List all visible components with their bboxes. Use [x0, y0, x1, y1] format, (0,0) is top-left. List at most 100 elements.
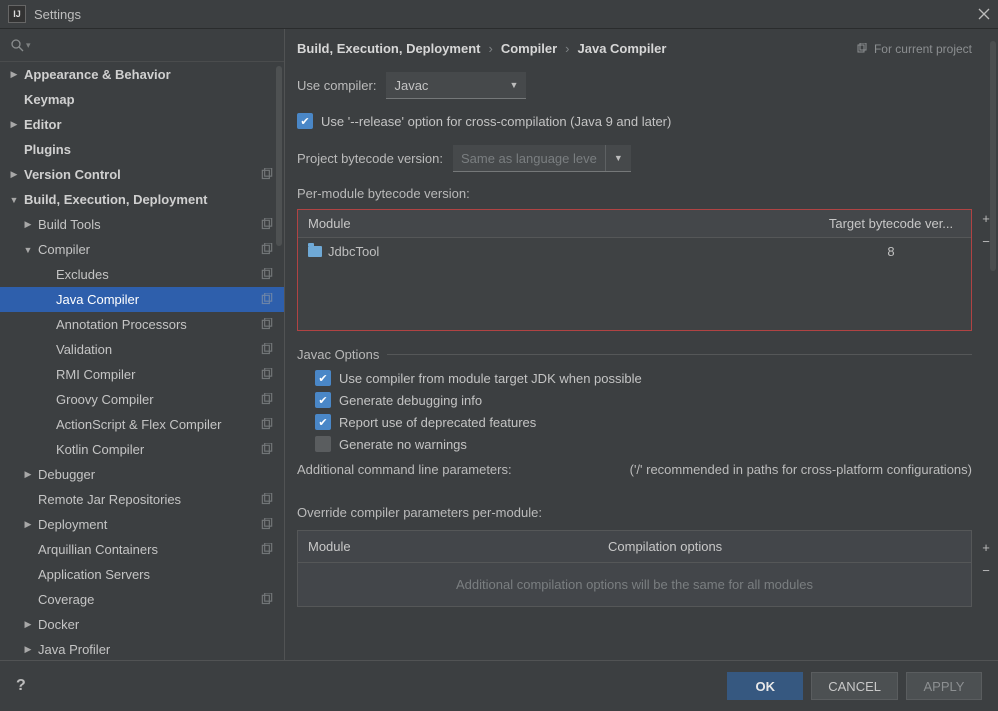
sidebar-item-excludes[interactable]: Excludes [0, 262, 284, 287]
tree-expand-icon[interactable]: ▶ [8, 169, 20, 180]
sidebar-item-label: ActionScript & Flex Compiler [56, 417, 260, 432]
project-badge-icon [260, 393, 274, 407]
checkmark-icon: ✔ [297, 113, 313, 129]
sidebar-item-java-compiler[interactable]: Java Compiler [0, 287, 284, 312]
override-label: Override compiler parameters per-module: [297, 505, 972, 520]
chevron-down-icon: ▼ [510, 80, 519, 90]
sidebar-item-groovy-compiler[interactable]: Groovy Compiler [0, 387, 284, 412]
sidebar-item-label: Annotation Processors [56, 317, 260, 332]
copy-icon [856, 43, 868, 55]
tree-scrollbar[interactable] [276, 66, 282, 246]
breadcrumb-sep: › [488, 41, 492, 56]
project-badge-icon [260, 218, 274, 232]
add-override-button[interactable]: + [978, 540, 994, 555]
sidebar-item-label: Plugins [24, 142, 284, 157]
sidebar-item-label: Coverage [38, 592, 260, 607]
bytecode-version-combo[interactable]: Same as language leve ▼ [453, 145, 631, 172]
sidebar-item-coverage[interactable]: Coverage [0, 587, 284, 612]
sidebar-item-label: Keymap [24, 92, 284, 107]
project-scope-tag: For current project [856, 42, 972, 56]
search-dropdown-icon[interactable]: ▾ [26, 40, 31, 51]
sidebar-item-editor[interactable]: ▶Editor [0, 112, 284, 137]
javac-options-title: Javac Options [297, 347, 379, 362]
additional-params-label: Additional command line parameters: [297, 462, 512, 477]
sidebar-item-deployment[interactable]: ▶ Deployment [0, 512, 284, 537]
generate-no-warnings-checkbox[interactable]: Generate no warnings [315, 436, 972, 452]
search-input[interactable]: ▾ [0, 29, 284, 62]
sidebar-item-label: Build Tools [38, 217, 260, 232]
use-compiler-label: Use compiler: [297, 78, 376, 93]
chevron-down-icon: ▼ [605, 145, 631, 171]
sidebar-item-label: Kotlin Compiler [56, 442, 260, 457]
per-module-table[interactable]: Module Target bytecode ver... JdbcTool 8 [297, 209, 972, 331]
sidebar-item-rmi-compiler[interactable]: RMI Compiler [0, 362, 284, 387]
table-row[interactable]: JdbcTool 8 [298, 238, 971, 265]
sidebar-item-build-tools[interactable]: ▶ Build Tools [0, 212, 284, 237]
tree-expand-icon[interactable]: ▶ [22, 519, 34, 530]
sidebar-item-docker[interactable]: ▶Docker [0, 612, 284, 637]
tree-expand-icon[interactable]: ▶ [8, 119, 20, 130]
sidebar-item-java-profiler[interactable]: ▶Java Profiler [0, 637, 284, 660]
release-option-checkbox[interactable]: ✔ Use '--release' option for cross-compi… [297, 113, 972, 129]
main-panel: Build, Execution, Deployment › Compiler … [285, 29, 998, 660]
project-badge-icon [260, 418, 274, 432]
tree-expand-icon[interactable]: ▶ [22, 219, 34, 230]
tree-expand-icon[interactable]: ▶ [22, 469, 34, 480]
sidebar-item-label: Remote Jar Repositories [38, 492, 260, 507]
sidebar-item-version-control[interactable]: ▶Version Control [0, 162, 284, 187]
sidebar-item-label: Groovy Compiler [56, 392, 260, 407]
titlebar: IJ Settings [0, 0, 998, 29]
sidebar-item-appearance-behavior[interactable]: ▶Appearance & Behavior [0, 62, 284, 87]
module-icon [308, 246, 322, 257]
sidebar: ▾ ▶Appearance & Behavior Keymap ▶Editor Plu… [0, 29, 285, 660]
target-column-header[interactable]: Target bytecode ver... [811, 210, 971, 237]
per-module-label: Per-module bytecode version: [297, 186, 470, 201]
tree-expand-icon[interactable]: ▼ [22, 245, 34, 255]
close-icon[interactable] [978, 8, 990, 20]
ok-button[interactable]: OK [727, 672, 803, 700]
sidebar-item-label: Deployment [38, 517, 260, 532]
sidebar-item-validation[interactable]: Validation [0, 337, 284, 362]
breadcrumb-leaf: Java Compiler [578, 41, 667, 56]
use-compiler-combo[interactable]: Javac ▼ [386, 72, 526, 99]
remove-override-button[interactable]: − [978, 563, 994, 578]
sidebar-item-compiler[interactable]: ▼ Compiler [0, 237, 284, 262]
tree-expand-icon[interactable]: ▼ [8, 195, 20, 205]
apply-button[interactable]: APPLY [906, 672, 982, 700]
breadcrumb-mid[interactable]: Compiler [501, 41, 557, 56]
report-deprecated-checkbox[interactable]: ✔Report use of deprecated features [315, 414, 972, 430]
sidebar-item-application-servers[interactable]: Application Servers [0, 562, 284, 587]
sidebar-item-label: Excludes [56, 267, 260, 282]
breadcrumb-root[interactable]: Build, Execution, Deployment [297, 41, 480, 56]
tree-expand-icon[interactable]: ▶ [22, 644, 34, 655]
override-options-header[interactable]: Compilation options [598, 531, 971, 562]
sidebar-item-arquillian-containers[interactable]: Arquillian Containers [0, 537, 284, 562]
sidebar-item-build-execution-deployment[interactable]: ▼Build, Execution, Deployment [0, 187, 284, 212]
use-module-jdk-checkbox[interactable]: ✔Use compiler from module target JDK whe… [315, 370, 972, 386]
project-badge-icon [260, 243, 274, 257]
sidebar-item-kotlin-compiler[interactable]: Kotlin Compiler [0, 437, 284, 462]
tree-expand-icon[interactable]: ▶ [22, 619, 34, 630]
cancel-button[interactable]: CANCEL [811, 672, 898, 700]
sidebar-item-actionscript-flex-compiler[interactable]: ActionScript & Flex Compiler [0, 412, 284, 437]
generate-debug-checkbox[interactable]: ✔Generate debugging info [315, 392, 972, 408]
sidebar-item-plugins[interactable]: Plugins [0, 137, 284, 162]
sidebar-item-label: Compiler [38, 242, 260, 257]
override-table[interactable]: Module Compilation options Additional co… [297, 530, 972, 607]
project-badge-icon [260, 518, 274, 532]
main-scrollbar[interactable] [990, 41, 996, 271]
bytecode-version-label: Project bytecode version: [297, 151, 443, 166]
sidebar-item-annotation-processors[interactable]: Annotation Processors [0, 312, 284, 337]
help-button[interactable]: ? [16, 677, 26, 695]
module-column-header[interactable]: Module [298, 210, 811, 237]
additional-params-hint: ('/' recommended in paths for cross-plat… [630, 462, 972, 477]
sidebar-item-label: Arquillian Containers [38, 542, 260, 557]
override-module-header[interactable]: Module [298, 531, 598, 562]
app-icon: IJ [8, 5, 26, 23]
breadcrumb: Build, Execution, Deployment › Compiler … [297, 41, 972, 56]
sidebar-item-debugger[interactable]: ▶Debugger [0, 462, 284, 487]
sidebar-item-keymap[interactable]: Keymap [0, 87, 284, 112]
sidebar-item-remote-jar-repositories[interactable]: Remote Jar Repositories [0, 487, 284, 512]
tree-expand-icon[interactable]: ▶ [8, 69, 20, 80]
settings-tree: ▶Appearance & Behavior Keymap ▶Editor Plugi… [0, 62, 284, 660]
